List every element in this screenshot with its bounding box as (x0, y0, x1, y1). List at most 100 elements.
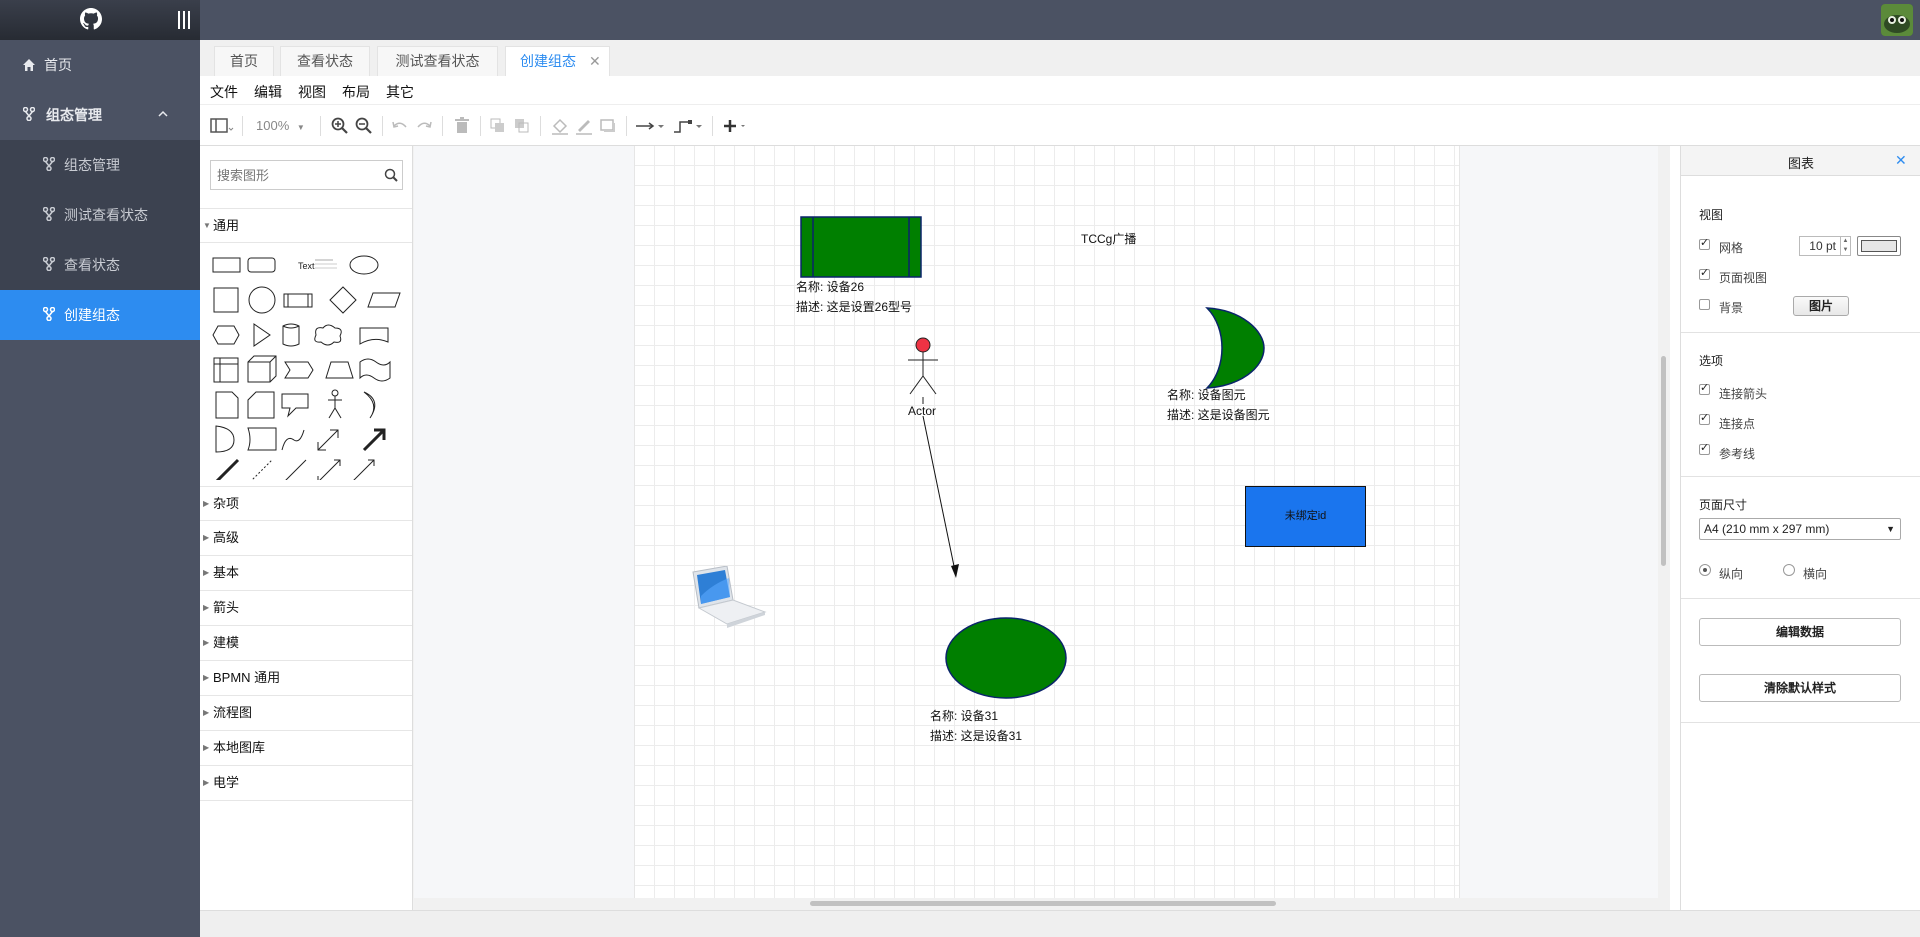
device26-shape[interactable] (800, 216, 922, 278)
page-size-select[interactable]: A4 (210 mm x 297 mm) ▼ (1699, 518, 1901, 540)
search-icon[interactable] (384, 168, 398, 182)
tab-bar: 首页 查看状态 测试查看状态 创建组态 ✕ (200, 40, 1920, 76)
tab-create-config[interactable]: 创建组态 ✕ (505, 46, 610, 76)
close-tab-icon[interactable]: ✕ (589, 47, 601, 76)
category-modeling[interactable]: ▶ 建模 (200, 626, 412, 661)
caret-right-icon: ▶ (203, 708, 210, 717)
page-view-checkbox[interactable] (1699, 266, 1710, 280)
edit-data-button[interactable]: 编辑数据 (1699, 618, 1901, 646)
device26-name-label[interactable]: 名称: 设备26 (796, 278, 864, 295)
avatar[interactable] (1881, 4, 1913, 36)
sidebar-item-create-config[interactable]: 创建组态 (0, 290, 200, 340)
diagram-canvas[interactable]: 名称: 设备26 描述: 这是设置26型号 TCCg广播 Actor 名称: 设… (414, 146, 1670, 910)
connector-arrow[interactable] (915, 416, 975, 586)
connect-arrows-checkbox[interactable] (1699, 381, 1710, 395)
actor-shape[interactable] (905, 336, 941, 408)
sidebar-group-config-management[interactable]: 组态管理 (0, 90, 200, 140)
redo-icon[interactable] (414, 116, 434, 136)
category-misc[interactable]: ▶ 杂项 (200, 486, 412, 521)
category-advanced[interactable]: ▶ 高级 (200, 521, 412, 556)
to-back-icon[interactable] (512, 116, 532, 136)
shape-palette[interactable]: Text (208, 250, 408, 480)
shadow-icon[interactable] (598, 116, 618, 136)
landscape-radio[interactable] (1783, 564, 1795, 576)
grid-color-swatch[interactable] (1857, 236, 1901, 256)
view-section-title: 视图 (1699, 208, 1724, 222)
sidebar-item-test-view-status[interactable]: 测试查看状态 (0, 190, 200, 240)
tab-home[interactable]: 首页 (214, 46, 274, 76)
category-flowchart[interactable]: ▶ 流程图 (200, 696, 412, 731)
menu-extras[interactable]: 其它 (386, 82, 414, 102)
category-electrical[interactable]: ▶ 电学 (200, 766, 412, 801)
moon-name-label[interactable]: 名称: 设备图元 (1167, 386, 1246, 403)
card-shape (247, 391, 275, 419)
format-panel-icon[interactable] (210, 116, 234, 136)
tab-view-status[interactable]: 查看状态 (280, 46, 370, 76)
category-label: 电学 (213, 775, 240, 790)
menu-edit[interactable]: 编辑 (254, 82, 282, 102)
clear-default-style-button[interactable]: 清除默认样式 (1699, 674, 1901, 702)
portrait-radio[interactable] (1699, 564, 1711, 576)
zoom-out-icon[interactable] (354, 116, 374, 136)
zoom-in-icon[interactable] (330, 116, 350, 136)
tab-test-view-status[interactable]: 测试查看状态 (377, 46, 498, 76)
moon-shape[interactable] (1202, 306, 1268, 390)
caret-right-icon: ▶ (203, 603, 210, 612)
device26-desc-label[interactable]: 描述: 这是设置26型号 (796, 298, 912, 315)
note-shape (215, 391, 239, 419)
stored-data-shape (247, 427, 277, 451)
menu-arrange[interactable]: 布局 (342, 82, 370, 102)
connection-style-icon[interactable] (634, 116, 668, 136)
category-basic[interactable]: ▶ 基本 (200, 556, 412, 591)
background-checkbox[interactable] (1699, 299, 1710, 310)
grid-checkbox[interactable] (1699, 236, 1710, 250)
category-arrows[interactable]: ▶ 箭头 (200, 591, 412, 626)
connect-points-checkbox[interactable] (1699, 411, 1710, 425)
grid-size-stepper[interactable]: ▲ ▼ (1841, 236, 1851, 256)
category-bpmn[interactable]: ▶ BPMN 通用 (200, 661, 412, 696)
zoom-select[interactable]: 100% ▼ (256, 118, 305, 133)
to-front-icon[interactable] (488, 116, 508, 136)
fill-color-icon[interactable] (550, 116, 570, 136)
line-color-icon[interactable] (574, 116, 594, 136)
collapse-menu-icon[interactable] (177, 10, 191, 30)
sidebar-item-config-management[interactable]: 组态管理 (0, 140, 200, 190)
category-general[interactable]: ▼ 通用 (200, 208, 412, 243)
category-local-library[interactable]: ▶ 本地图库 (200, 731, 412, 766)
category-label: 箭头 (213, 600, 240, 615)
home-icon (23, 59, 37, 73)
delete-icon[interactable] (452, 116, 472, 136)
guides-checkbox[interactable] (1699, 441, 1710, 455)
diagram-page[interactable]: 名称: 设备26 描述: 这是设置26型号 TCCg广播 Actor 名称: 设… (634, 146, 1460, 898)
horizontal-scrollbar[interactable] (414, 898, 1670, 910)
category-label: 建模 (213, 635, 240, 650)
caret-down-icon: ▼ (203, 221, 211, 230)
diamond-shape (329, 286, 357, 314)
vertical-scrollbar[interactable] (1658, 146, 1670, 898)
caret-right-icon: ▶ (203, 499, 210, 508)
shape-search-input[interactable] (210, 160, 403, 190)
sidebar-item-label: 创建组态 (64, 307, 120, 323)
insert-plus-icon[interactable] (722, 116, 748, 136)
close-icon[interactable]: ✕ (1895, 152, 1907, 169)
menu-file[interactable]: 文件 (210, 82, 238, 102)
undo-icon[interactable] (390, 116, 410, 136)
broadcast-text-label[interactable]: TCCg广播 (1081, 230, 1136, 247)
grid-size-input[interactable]: 10 pt (1799, 236, 1841, 256)
caret-right-icon: ▶ (203, 638, 210, 647)
sidebar-item-view-status[interactable]: 查看状态 (0, 240, 200, 290)
moon-desc-label[interactable]: 描述: 这是设备图元 (1167, 406, 1270, 423)
device31-desc-label[interactable]: 描述: 这是设备31 (930, 727, 1022, 744)
menu-view[interactable]: 视图 (298, 82, 326, 102)
github-icon[interactable] (80, 8, 102, 30)
unbound-box-shape[interactable]: 未绑定id (1245, 486, 1366, 547)
device31-name-label[interactable]: 名称: 设备31 (930, 707, 998, 724)
tab-label: 查看状态 (297, 53, 353, 69)
device31-shape[interactable] (944, 616, 1068, 700)
laptop-image[interactable] (685, 566, 769, 638)
waypoints-icon[interactable] (672, 116, 706, 136)
sidebar-item-home[interactable]: 首页 (0, 40, 200, 90)
image-button[interactable]: 图片 (1793, 296, 1849, 316)
callout-shape (281, 393, 309, 418)
chevron-down-icon: ▼ (1886, 524, 1895, 534)
